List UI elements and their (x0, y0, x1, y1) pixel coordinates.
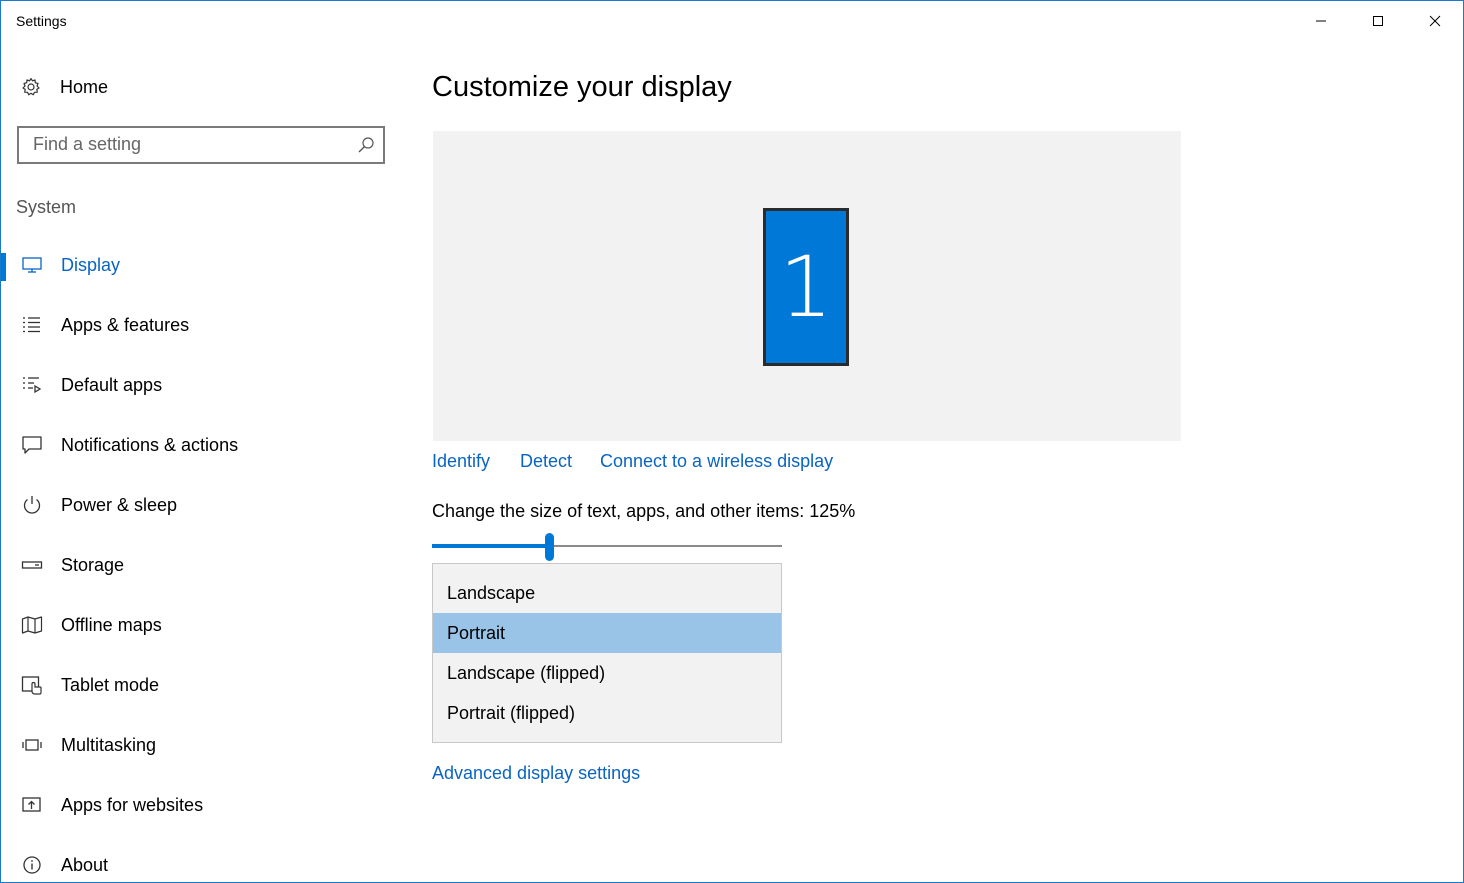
option-label: Portrait (447, 623, 506, 643)
advanced-display-settings-link[interactable]: Advanced display settings (432, 763, 640, 784)
sidebar-item-apps-features[interactable]: Apps & features (1, 301, 401, 349)
orientation-dropdown-list[interactable]: Landscape Portrait Landscape (flipped) P… (432, 563, 782, 743)
sidebar-item-label: Apps & features (61, 315, 190, 335)
gear-icon (22, 77, 40, 96)
map-icon (21, 616, 43, 634)
sidebar-item-label: Apps for websites (61, 795, 204, 815)
sidebar: Home System Display (1, 41, 401, 882)
orientation-option-landscape[interactable]: Landscape (433, 573, 781, 613)
sidebar-item-label: About (61, 855, 109, 875)
home-nav-item[interactable]: Home (1, 65, 401, 109)
multitasking-icon (22, 739, 42, 751)
active-indicator (1, 253, 6, 281)
sidebar-item-label: Multitasking (61, 735, 157, 755)
search-input[interactable] (33, 132, 343, 156)
notification-icon (22, 436, 42, 454)
apps-list-icon (23, 317, 40, 333)
close-button[interactable] (1407, 1, 1463, 41)
option-label: Landscape (flipped) (447, 663, 606, 683)
sidebar-item-offline-maps[interactable]: Offline maps (1, 601, 401, 649)
monitor-1-tile[interactable]: 1 (763, 208, 849, 366)
sidebar-item-multitasking[interactable]: Multitasking (1, 721, 401, 769)
search-icon[interactable] (357, 136, 375, 154)
identify-link[interactable]: Identify (432, 451, 490, 472)
sidebar-item-apps-for-websites[interactable]: Apps for websites (1, 781, 401, 829)
maximize-icon (1373, 16, 1383, 26)
power-icon (23, 496, 41, 514)
page-title: Customize your display (432, 71, 732, 103)
title-bar: Settings (1, 1, 1463, 41)
sidebar-item-about[interactable]: About (1, 841, 401, 882)
scale-label: Change the size of text, apps, and other… (432, 501, 856, 521)
tablet-mode-icon (21, 676, 42, 695)
sidebar-item-label: Notifications & actions (61, 435, 239, 455)
close-icon (1429, 15, 1441, 27)
sidebar-item-label: Storage (61, 555, 125, 575)
sidebar-item-power-sleep[interactable]: Power & sleep (1, 481, 401, 529)
sidebar-item-default-apps[interactable]: Default apps (1, 361, 401, 409)
main-content: Customize your display 1 Identify Detect… (401, 41, 1463, 882)
storage-icon (21, 561, 43, 569)
window-title: Settings (16, 13, 67, 29)
sidebar-item-label: Power & sleep (61, 495, 178, 515)
default-apps-icon (23, 377, 42, 394)
option-label: Landscape (447, 583, 536, 603)
sidebar-item-label: Tablet mode (61, 675, 160, 695)
search-box[interactable] (17, 126, 385, 164)
sidebar-item-tablet-mode[interactable]: Tablet mode (1, 661, 401, 709)
section-title-system: System (16, 197, 77, 217)
maximize-button[interactable] (1350, 1, 1406, 41)
home-label: Home (60, 77, 109, 97)
sidebar-item-storage[interactable]: Storage (1, 541, 401, 589)
slider-fill (432, 544, 549, 548)
orientation-option-landscape-flipped[interactable]: Landscape (flipped) (433, 653, 781, 693)
info-icon (23, 856, 41, 874)
orientation-option-portrait[interactable]: Portrait (433, 613, 781, 653)
settings-window: Settings Home Find a setting System Disp… (0, 0, 1464, 883)
minimize-button[interactable] (1293, 1, 1349, 41)
scale-slider[interactable] (432, 533, 782, 561)
sidebar-item-label: Default apps (61, 375, 163, 395)
orientation-option-portrait-flipped[interactable]: Portrait (flipped) (433, 693, 781, 733)
slider-thumb[interactable] (545, 533, 554, 561)
connect-wireless-display-link[interactable]: Connect to a wireless display (600, 451, 833, 472)
apps-for-websites-icon (22, 797, 41, 812)
sidebar-item-label: Display (61, 255, 121, 275)
sidebar-item-display[interactable]: Display (1, 241, 401, 289)
sidebar-item-notifications[interactable]: Notifications & actions (1, 421, 401, 469)
sidebar-item-label: Offline maps (61, 615, 162, 635)
monitor-icon (22, 257, 42, 273)
display-arrangement-area: 1 (433, 131, 1181, 441)
detect-link[interactable]: Detect (520, 451, 572, 472)
minimize-icon (1316, 20, 1326, 22)
option-label: Portrait (flipped) (447, 703, 576, 723)
